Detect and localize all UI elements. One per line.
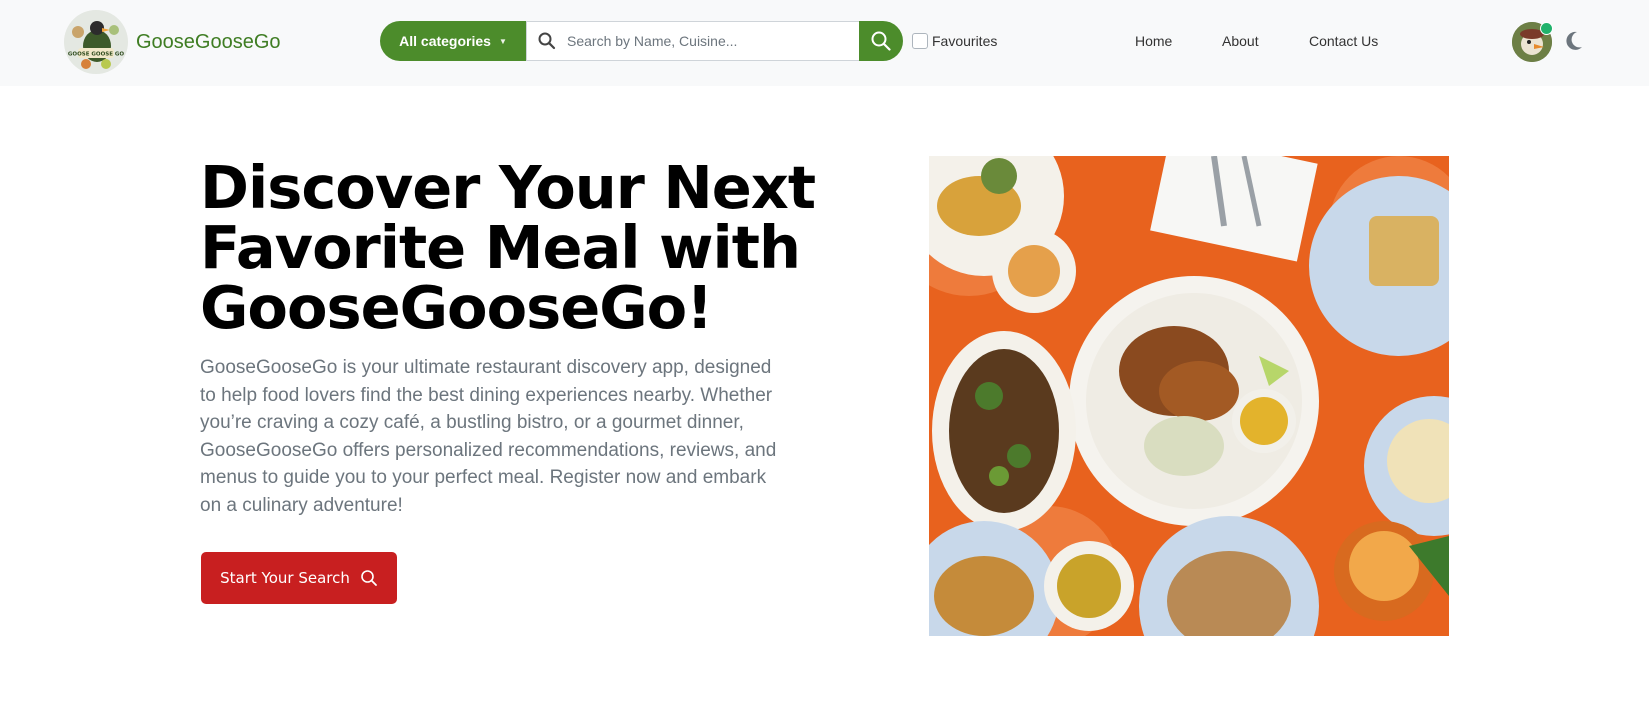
search-icon: [871, 31, 891, 51]
hero-title-line: GooseGooseGo!: [200, 273, 713, 342]
category-dropdown[interactable]: All categories ▼: [380, 21, 526, 61]
hero-title-line: Discover Your Next: [200, 153, 816, 222]
nav-about-link[interactable]: About: [1222, 33, 1259, 49]
favourites-label: Favourites: [932, 33, 998, 49]
nav-contact-link[interactable]: Contact Us: [1309, 33, 1378, 49]
search-icon: [538, 32, 556, 50]
search-field: [526, 21, 860, 61]
moon-icon[interactable]: [1564, 30, 1584, 52]
hero-title-line: Favorite Meal with: [200, 213, 801, 282]
category-dropdown-label: All categories: [399, 33, 491, 49]
favourites-checkbox[interactable]: [912, 33, 928, 49]
start-search-button[interactable]: Start Your Search: [201, 552, 397, 604]
search-submit-button[interactable]: [859, 21, 903, 61]
hero-title: Discover Your Next Favorite Meal with Go…: [200, 158, 820, 338]
start-search-label: Start Your Search: [220, 569, 350, 587]
online-status-indicator: [1540, 22, 1553, 35]
search-icon: [361, 570, 377, 586]
nav-home-link[interactable]: Home: [1135, 33, 1172, 49]
hero-description: GooseGooseGo is your ultimate restaurant…: [200, 357, 777, 516]
chevron-down-icon: ▼: [498, 36, 507, 46]
hero-food-image: [929, 156, 1449, 636]
brand-name[interactable]: GooseGooseGo: [136, 31, 281, 54]
brand-logo[interactable]: GOOSE GOOSE GO: [64, 10, 128, 74]
navbar: GOOSE GOOSE GO GooseGooseGo All categori…: [0, 0, 1649, 86]
logo-lettering: GOOSE GOOSE GO: [68, 52, 125, 58]
search-input[interactable]: [565, 23, 859, 59]
favourites-toggle[interactable]: Favourites: [912, 33, 997, 49]
